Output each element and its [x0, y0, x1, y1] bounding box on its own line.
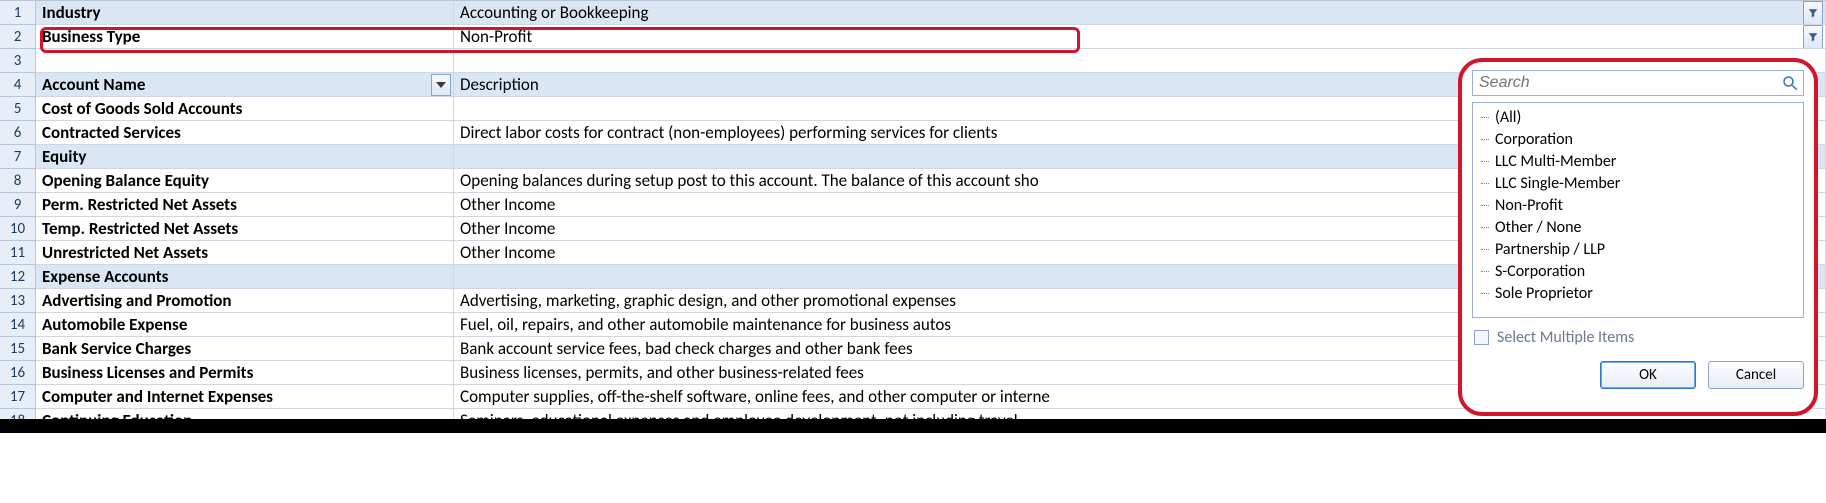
cancel-button[interactable]: Cancel — [1708, 361, 1804, 389]
row-header[interactable]: 16 — [0, 361, 36, 385]
filter-tree-item[interactable]: (All) — [1479, 107, 1797, 129]
cell-col-a[interactable]: Advertising and Promotion — [36, 289, 454, 313]
filter-tree-item[interactable]: Non-Profit — [1479, 195, 1797, 217]
filter-tree-item[interactable]: Partnership / LLP — [1479, 239, 1797, 261]
row-header[interactable]: 7 — [0, 145, 36, 169]
column-filter-button[interactable] — [431, 74, 451, 96]
cell-col-a[interactable]: Unrestricted Net Assets — [36, 241, 454, 265]
row-header[interactable]: 2 — [0, 25, 36, 49]
filter-tree-item[interactable]: Sole Proprietor — [1479, 283, 1797, 305]
row-header[interactable]: 5 — [0, 97, 36, 121]
filter-popup: (All)CorporationLLC Multi-MemberLLC Sing… — [1458, 58, 1818, 416]
cell-col-a[interactable]: Equity — [36, 145, 454, 169]
row-header[interactable]: 10 — [0, 217, 36, 241]
cell-col-a[interactable] — [36, 49, 454, 73]
row-filter-button[interactable] — [1803, 25, 1823, 49]
cell-col-b[interactable]: Accounting or Bookkeeping — [454, 1, 1826, 25]
row-header[interactable]: 12 — [0, 265, 36, 289]
cell-col-a[interactable]: Account Name — [36, 73, 454, 97]
row-header[interactable]: 17 — [0, 385, 36, 409]
row-header[interactable]: 9 — [0, 193, 36, 217]
filter-tree-item[interactable]: Other / None — [1479, 217, 1797, 239]
row-header[interactable]: 6 — [0, 121, 36, 145]
cell-col-a[interactable]: Industry — [36, 1, 454, 25]
row-header[interactable]: 11 — [0, 241, 36, 265]
row-header[interactable]: 13 — [0, 289, 36, 313]
cell-col-a[interactable]: Bank Service Charges — [36, 337, 454, 361]
checkbox-icon[interactable] — [1474, 330, 1489, 345]
filter-search-input[interactable] — [1473, 71, 1803, 95]
cell-col-a[interactable]: Temp. Restricted Net Assets — [36, 217, 454, 241]
popup-button-row: OK Cancel — [1472, 361, 1804, 389]
cell-col-b[interactable]: Non-Profit — [454, 25, 1826, 49]
row-header[interactable]: 4 — [0, 73, 36, 97]
filter-tree[interactable]: (All)CorporationLLC Multi-MemberLLC Sing… — [1472, 102, 1804, 318]
row-header[interactable]: 8 — [0, 169, 36, 193]
row-header[interactable]: 3 — [0, 49, 36, 73]
cell-col-a[interactable]: Cost of Goods Sold Accounts — [36, 97, 454, 121]
chevron-down-icon — [436, 82, 446, 88]
select-multiple-row[interactable]: Select Multiple Items — [1474, 328, 1802, 347]
search-icon — [1781, 74, 1799, 92]
select-multiple-label: Select Multiple Items — [1497, 328, 1634, 347]
cell-col-a[interactable]: Business Licenses and Permits — [36, 361, 454, 385]
row-header[interactable]: 14 — [0, 313, 36, 337]
ok-button[interactable]: OK — [1600, 361, 1696, 389]
cell-col-a[interactable]: Opening Balance Equity — [36, 169, 454, 193]
filter-tree-item[interactable]: S-Corporation — [1479, 261, 1797, 283]
cell-col-a[interactable]: Computer and Internet Expenses — [36, 385, 454, 409]
cell-col-a[interactable]: Automobile Expense — [36, 313, 454, 337]
filter-search-wrap — [1472, 70, 1804, 96]
filter-tree-item[interactable]: LLC Single-Member — [1479, 173, 1797, 195]
row-header[interactable]: 15 — [0, 337, 36, 361]
row-header[interactable]: 1 — [0, 1, 36, 25]
cell-col-a[interactable]: Perm. Restricted Net Assets — [36, 193, 454, 217]
row-filter-button[interactable] — [1803, 1, 1823, 25]
cell-col-a[interactable]: Business Type — [36, 25, 454, 49]
filter-tree-item[interactable]: Corporation — [1479, 129, 1797, 151]
cell-col-a[interactable]: Expense Accounts — [36, 265, 454, 289]
filter-tree-item[interactable]: LLC Multi-Member — [1479, 151, 1797, 173]
bottom-black-bar — [0, 419, 1826, 433]
cell-col-a[interactable]: Contracted Services — [36, 121, 454, 145]
